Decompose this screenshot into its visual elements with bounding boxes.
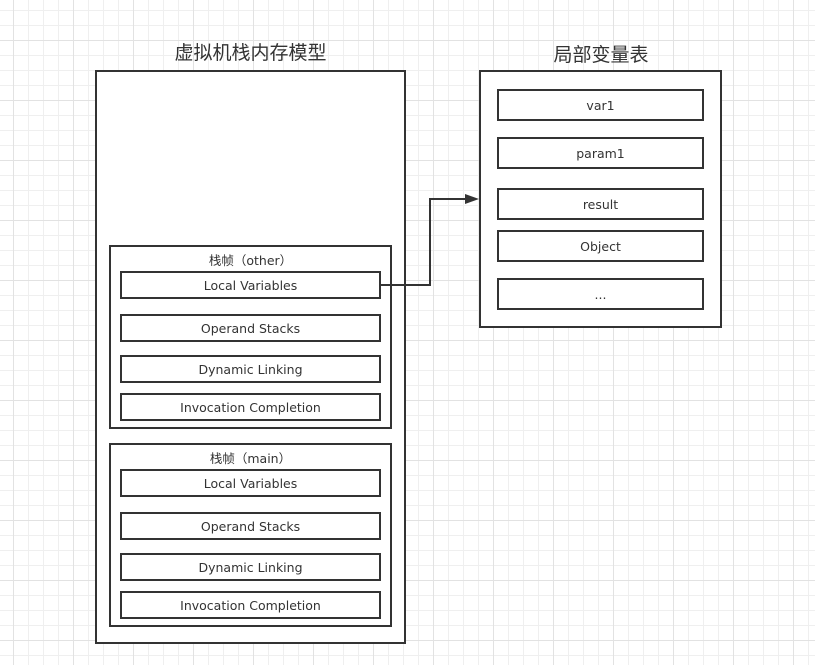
- lvt-entry-object[interactable]: Object: [497, 230, 704, 262]
- frame-other-dynamic-linking[interactable]: Dynamic Linking: [120, 355, 381, 383]
- frame-label-other: 栈帧（other）: [208, 253, 293, 268]
- lvt-entry-param1[interactable]: param1: [497, 137, 704, 169]
- frame-main-operand-stacks[interactable]: Operand Stacks: [120, 512, 381, 540]
- lvt-entry-result[interactable]: result: [497, 188, 704, 220]
- local-variable-table-title: 局部变量表: [553, 44, 649, 66]
- lvt-entry-ellipsis[interactable]: ...: [497, 278, 704, 310]
- lvt-entry-var1[interactable]: var1: [497, 89, 704, 121]
- frame-other-local-variables[interactable]: Local Variables: [120, 271, 381, 299]
- frame-main-invocation-completion[interactable]: Invocation Completion: [120, 591, 381, 619]
- frame-other-operand-stacks[interactable]: Operand Stacks: [120, 314, 381, 342]
- arrow-right-icon: [465, 194, 479, 204]
- stack-model-title: 虚拟机栈内存模型: [174, 42, 327, 64]
- frame-other-invocation-completion[interactable]: Invocation Completion: [120, 393, 381, 421]
- frame-main-dynamic-linking[interactable]: Dynamic Linking: [120, 553, 381, 581]
- frame-label-main: 栈帧（main）: [209, 451, 292, 466]
- frame-main-local-variables[interactable]: Local Variables: [120, 469, 381, 497]
